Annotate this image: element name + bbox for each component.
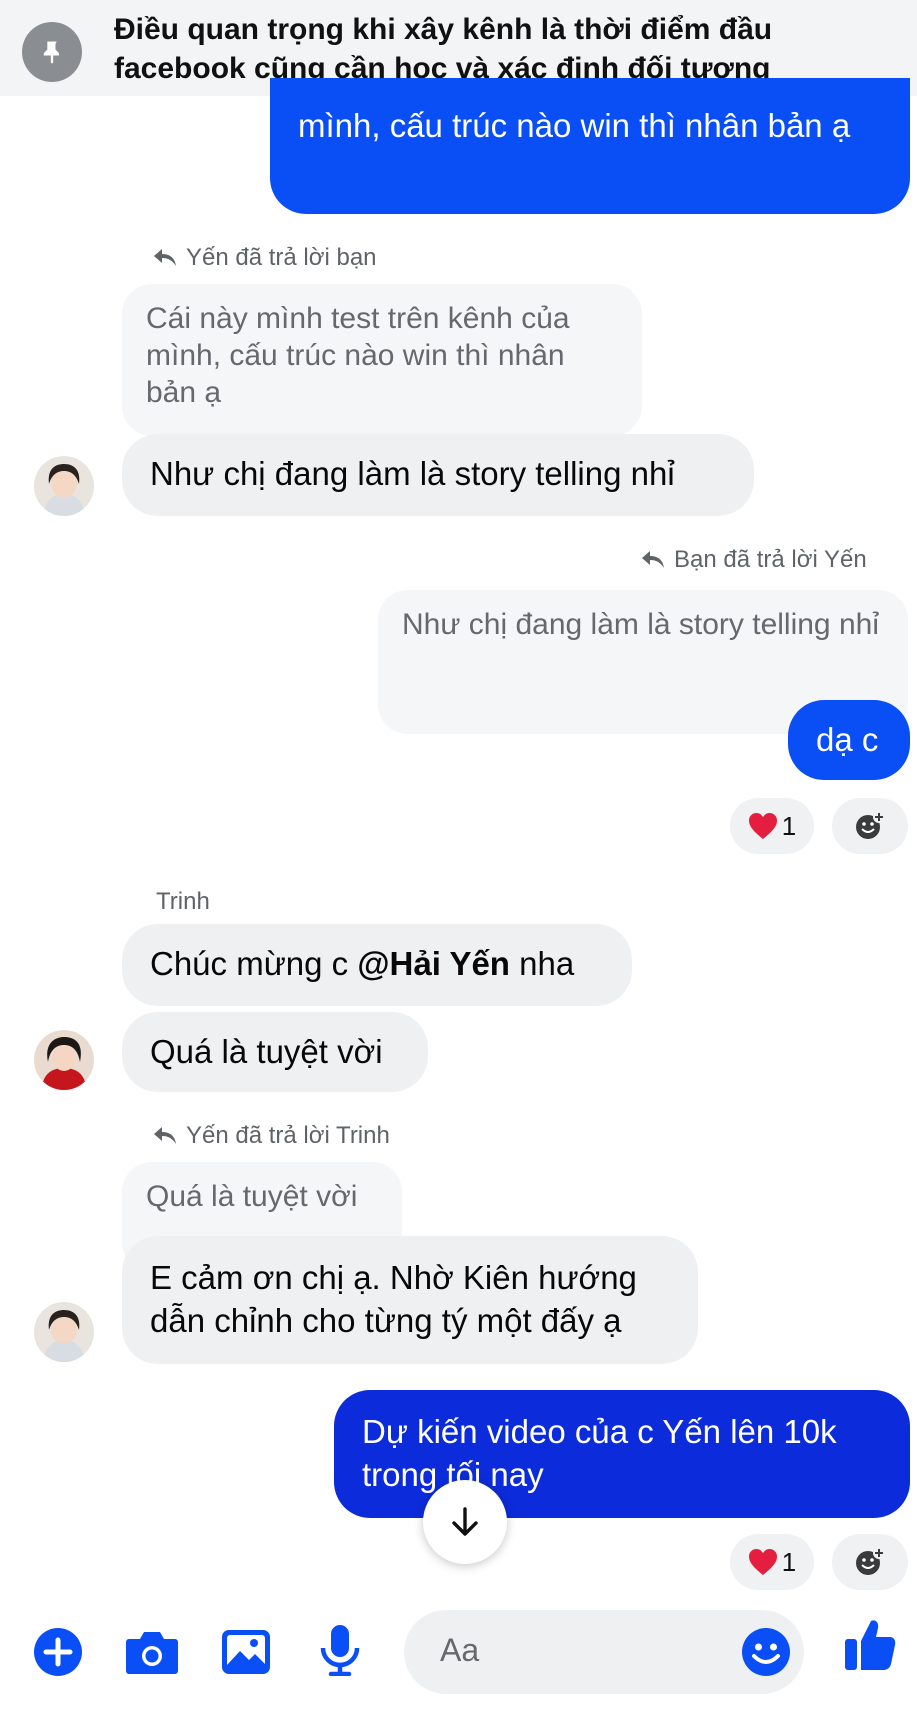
reply-arrow-icon [642,551,664,568]
camera-icon [126,1632,178,1674]
camera-button[interactable] [124,1624,180,1680]
message-text: Như chị đang làm là story telling nhỉ [150,455,675,492]
arrow-down-icon [452,1507,478,1536]
mention[interactable]: @Hải Yến [357,945,510,982]
message-text: nha [509,945,575,982]
add-reaction-button[interactable] [832,798,908,854]
like-button[interactable] [842,1616,898,1672]
microphone-button[interactable] [312,1622,368,1678]
outgoing-message-bubble[interactable]: Dự kiến video của c Yến lên 10k trong tố… [334,1390,910,1518]
emoji-icon [742,1628,790,1676]
message-text: Chúc mừng c [150,945,358,982]
reply-note: Yến đã trả lời Trinh [152,1122,390,1150]
incoming-message-bubble[interactable]: E cảm ơn chị ạ. Nhờ Kiên hướng dẫn chỉnh… [122,1236,698,1364]
avatar[interactable] [34,456,94,516]
message-input-placeholder: Aa [440,1632,480,1668]
add-reaction-button[interactable] [832,1534,908,1590]
reaction-count: 1 [781,1546,797,1577]
reply-note: Yến đã trả lời bạn [152,244,377,272]
reply-arrow-icon [154,1127,176,1144]
avatar[interactable] [34,1030,94,1090]
quoted-text: Quá là tuyệt vời [146,1180,358,1213]
plus-button[interactable] [30,1624,86,1680]
reaction-badge[interactable]: 1 [730,1534,814,1590]
add-reaction-icon [856,1547,885,1575]
message-text: mình, cấu trúc nào win thì nhân bản ạ [298,107,851,144]
scroll-to-bottom-button[interactable] [423,1480,507,1564]
outgoing-message-bubble[interactable]: mình, cấu trúc nào win thì nhân bản ạ [270,78,910,214]
emoji-button[interactable] [738,1624,794,1680]
pin-icon [22,22,82,82]
message-text: Quá là tuyệt vời [150,1033,383,1070]
plus-icon [34,1628,82,1676]
thumbs-up-icon [845,1620,896,1670]
quoted-message[interactable]: Cái này mình test trên kênh của mình, cấ… [122,284,642,436]
incoming-message-bubble[interactable]: Như chị đang làm là story telling nhỉ [122,434,754,516]
add-reaction-icon [856,811,885,839]
quoted-text: Như chị đang làm là story telling nhỉ [402,608,879,641]
avatar[interactable] [34,1302,94,1362]
message-text: E cảm ơn chị ạ. Nhờ Kiên hướng dẫn chỉnh… [150,1259,637,1339]
message-text: dạ c [816,721,879,758]
gallery-icon [222,1630,270,1674]
quoted-text: Cái này mình test trên kênh của mình, cấ… [146,302,570,409]
heart-icon [748,1549,777,1575]
reply-note: Bạn đã trả lời Yến [640,546,867,574]
reply-arrow-icon [154,249,176,266]
reaction-badge[interactable]: 1 [730,798,814,854]
gallery-button[interactable] [218,1624,274,1680]
incoming-message-bubble[interactable]: Chúc mừng c @Hải Yến nha [122,924,632,1006]
incoming-message-bubble[interactable]: Quá là tuyệt vời [122,1012,428,1092]
microphone-icon [320,1625,360,1676]
heart-icon [748,813,777,839]
outgoing-message-bubble[interactable]: dạ c [788,700,910,780]
reaction-count: 1 [781,810,797,841]
pinned-message-text: Điều quan trọng khi xây kênh là thời điể… [114,13,773,85]
message-text: Dự kiến video của c Yến lên 10k trong tố… [362,1413,837,1493]
sender-name: Trinh [156,888,210,915]
